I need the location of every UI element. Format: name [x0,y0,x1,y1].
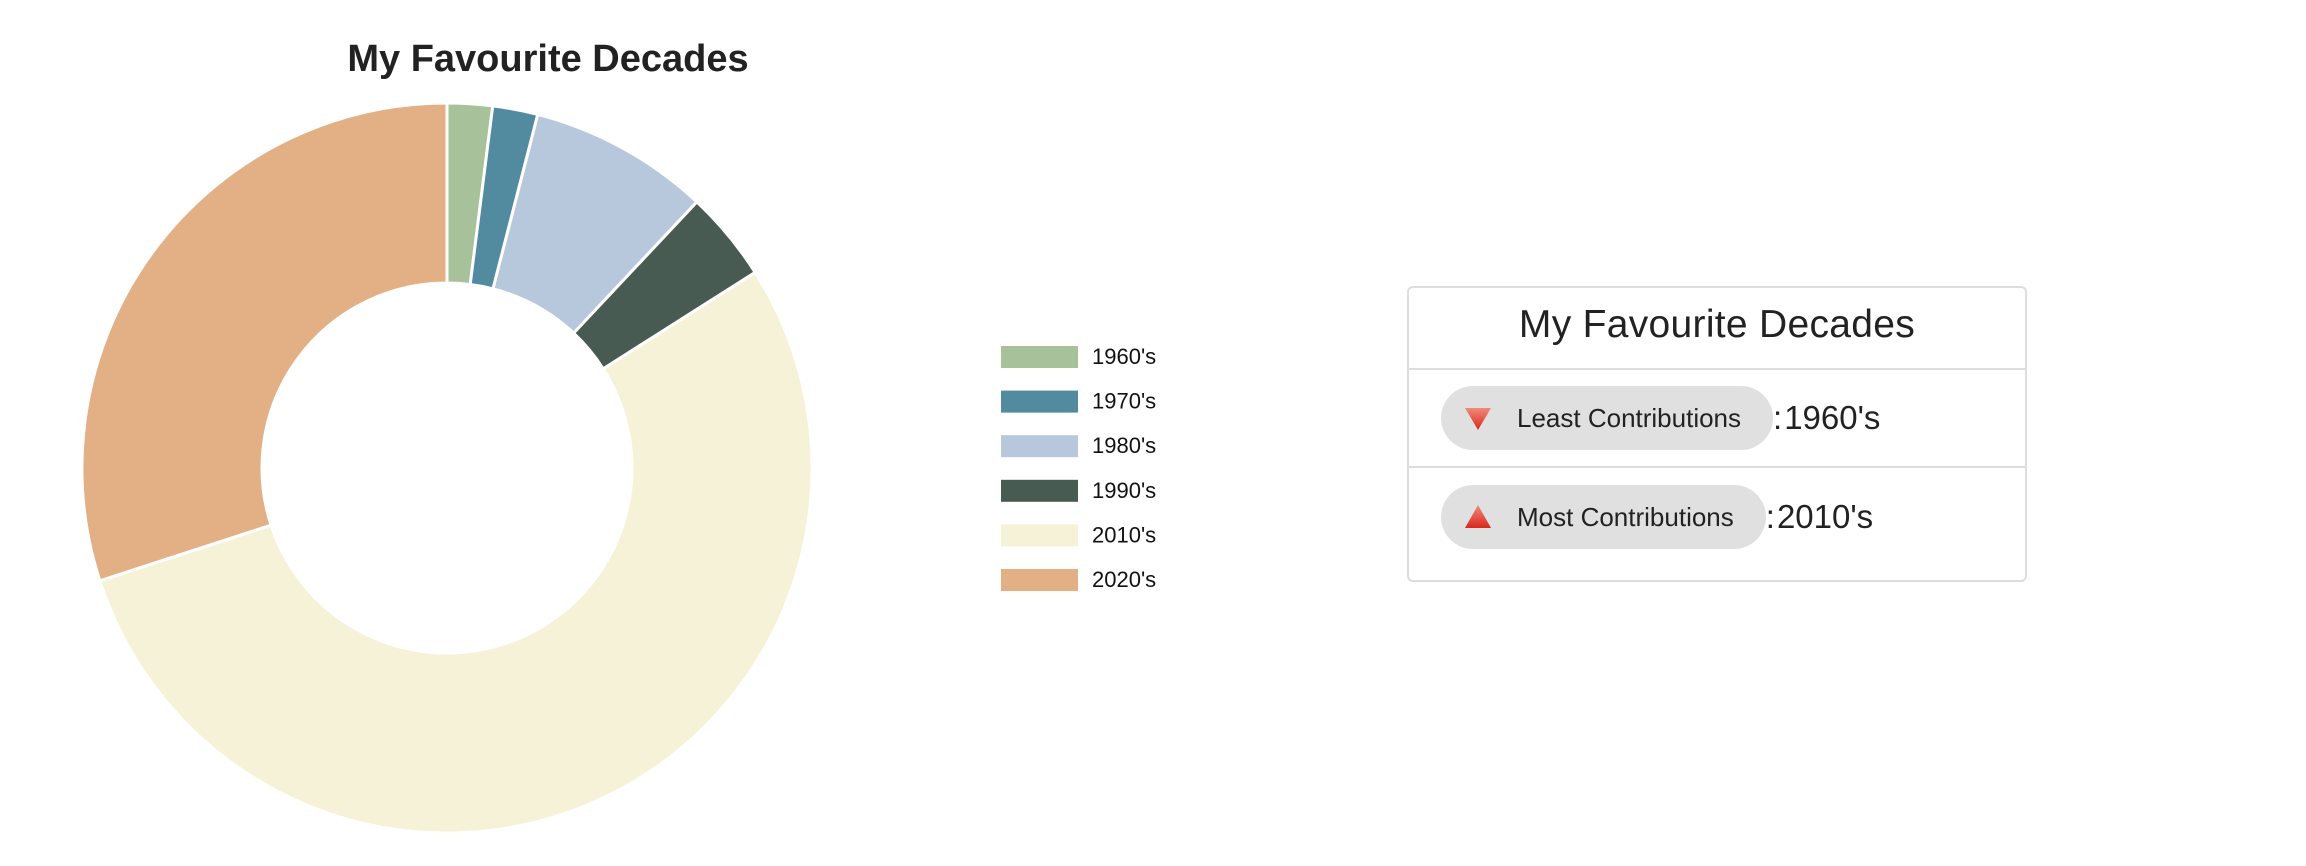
least-contributions-label: Least Contributions [1517,402,1742,433]
legend-label-1980s[interactable]: 1980's [1092,433,1156,458]
legend-label-1960s[interactable]: 1960's [1092,344,1156,369]
donut-chart: My Favourite Decades 1960's1970's1980's1… [80,38,1156,835]
summary-title: My Favourite Decades [1409,288,2025,370]
red-down-triangle-icon [1463,403,1493,433]
chart-title: My Favourite Decades [347,38,748,80]
legend-swatch-1990s[interactable] [1001,479,1078,502]
legend-swatch-1980s[interactable] [1001,435,1078,458]
summary-card: My Favourite Decades Least Contributions… [1407,286,2027,582]
red-up-triangle-icon [1463,502,1493,532]
least-contributions-row: Least Contributions : 1960's [1409,370,2025,468]
slice-2020s[interactable] [80,101,449,583]
least-separator: : [1773,399,1783,436]
most-contributions-chip[interactable]: Most Contributions [1441,485,1766,549]
most-contributions-label: Most Contributions [1517,501,1734,532]
legend-swatch-1960s[interactable] [1001,346,1078,368]
most-contributions-row: Most Contributions : 2010's [1409,468,2025,566]
chart-legend: 1960's 1970's 1980's 1990's 2010's 2020's [1001,344,1156,592]
legend-label-1990s[interactable]: 1990's [1092,478,1156,503]
legend-label-1970s[interactable]: 1970's [1092,389,1156,414]
legend-swatch-1970s[interactable] [1001,390,1078,413]
donut-slices [80,101,814,835]
legend-label-2010s[interactable]: 2010's [1092,522,1156,547]
legend-swatch-2010s[interactable] [1001,524,1078,547]
legend-swatch-2020s[interactable] [1001,569,1078,591]
least-contributions-value: 1960's [1784,399,1881,436]
least-contributions-chip[interactable]: Least Contributions [1441,386,1774,450]
legend-label-2020s[interactable]: 2020's [1092,567,1156,592]
most-separator: : [1765,498,1775,535]
most-contributions-value: 2010's [1776,498,1874,535]
